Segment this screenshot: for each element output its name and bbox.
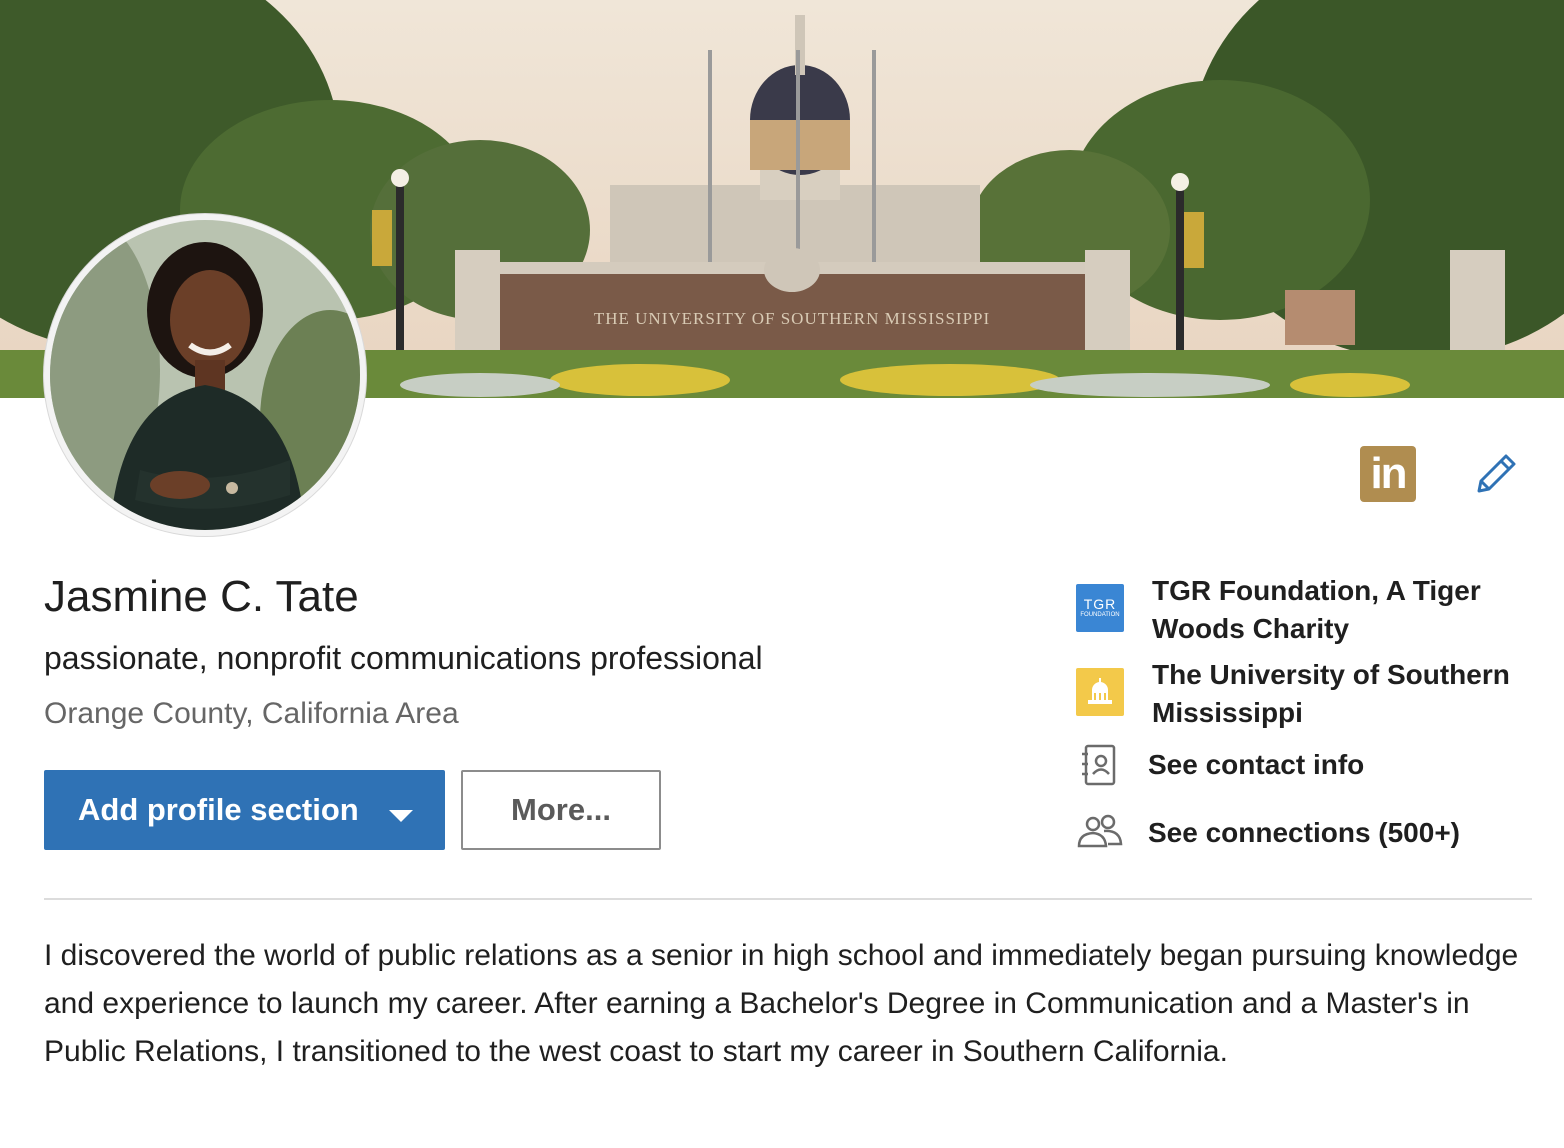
more-button[interactable]: More... bbox=[461, 770, 661, 850]
see-contact-info-label: See contact info bbox=[1148, 749, 1365, 780]
usm-logo bbox=[1076, 668, 1124, 716]
see-connections-link[interactable]: See connections (500+) bbox=[1076, 810, 1460, 858]
address-book-icon bbox=[1082, 744, 1116, 786]
education-text: The University of Southern Mississippi bbox=[1152, 659, 1510, 728]
dome-icon bbox=[1088, 678, 1112, 704]
profile-name: Jasmine C. Tate bbox=[44, 572, 359, 621]
education-link[interactable]: The University of Southern Mississippi bbox=[1076, 659, 1532, 732]
linkedin-icon[interactable]: in bbox=[1360, 446, 1416, 502]
profile-top-actions: in bbox=[1360, 446, 1520, 502]
see-contact-info-link[interactable]: See contact info bbox=[1076, 742, 1364, 790]
add-profile-section-button[interactable]: Add profile section bbox=[44, 770, 445, 850]
sign-text: THE UNIVERSITY OF SOUTHERN MISSISSIPPI bbox=[594, 309, 990, 328]
add-profile-section-label: Add profile section bbox=[78, 792, 359, 827]
section-divider bbox=[44, 898, 1532, 900]
chevron-down-icon bbox=[389, 810, 413, 822]
see-connections-label: See connections (500+) bbox=[1148, 817, 1461, 848]
people-icon bbox=[1077, 814, 1123, 848]
profile-location: Orange County, California Area bbox=[44, 697, 459, 730]
edit-pencil-icon[interactable] bbox=[1472, 450, 1520, 498]
tgr-logo-text: TGR bbox=[1083, 596, 1117, 612]
current-position-link[interactable]: TGR FOUNDATION TGR Foundation, A Tiger W… bbox=[1076, 575, 1532, 648]
tgr-foundation-logo: TGR FOUNDATION bbox=[1076, 584, 1124, 632]
profile-photo[interactable] bbox=[44, 214, 366, 536]
current-position-text: TGR Foundation, A Tiger Woods Charity bbox=[1152, 575, 1481, 644]
profile-summary: I discovered the world of public relatio… bbox=[44, 939, 1519, 1068]
tgr-logo-subtext: FOUNDATION bbox=[1080, 612, 1120, 618]
profile-headline: passionate, nonprofit communications pro… bbox=[44, 640, 763, 676]
